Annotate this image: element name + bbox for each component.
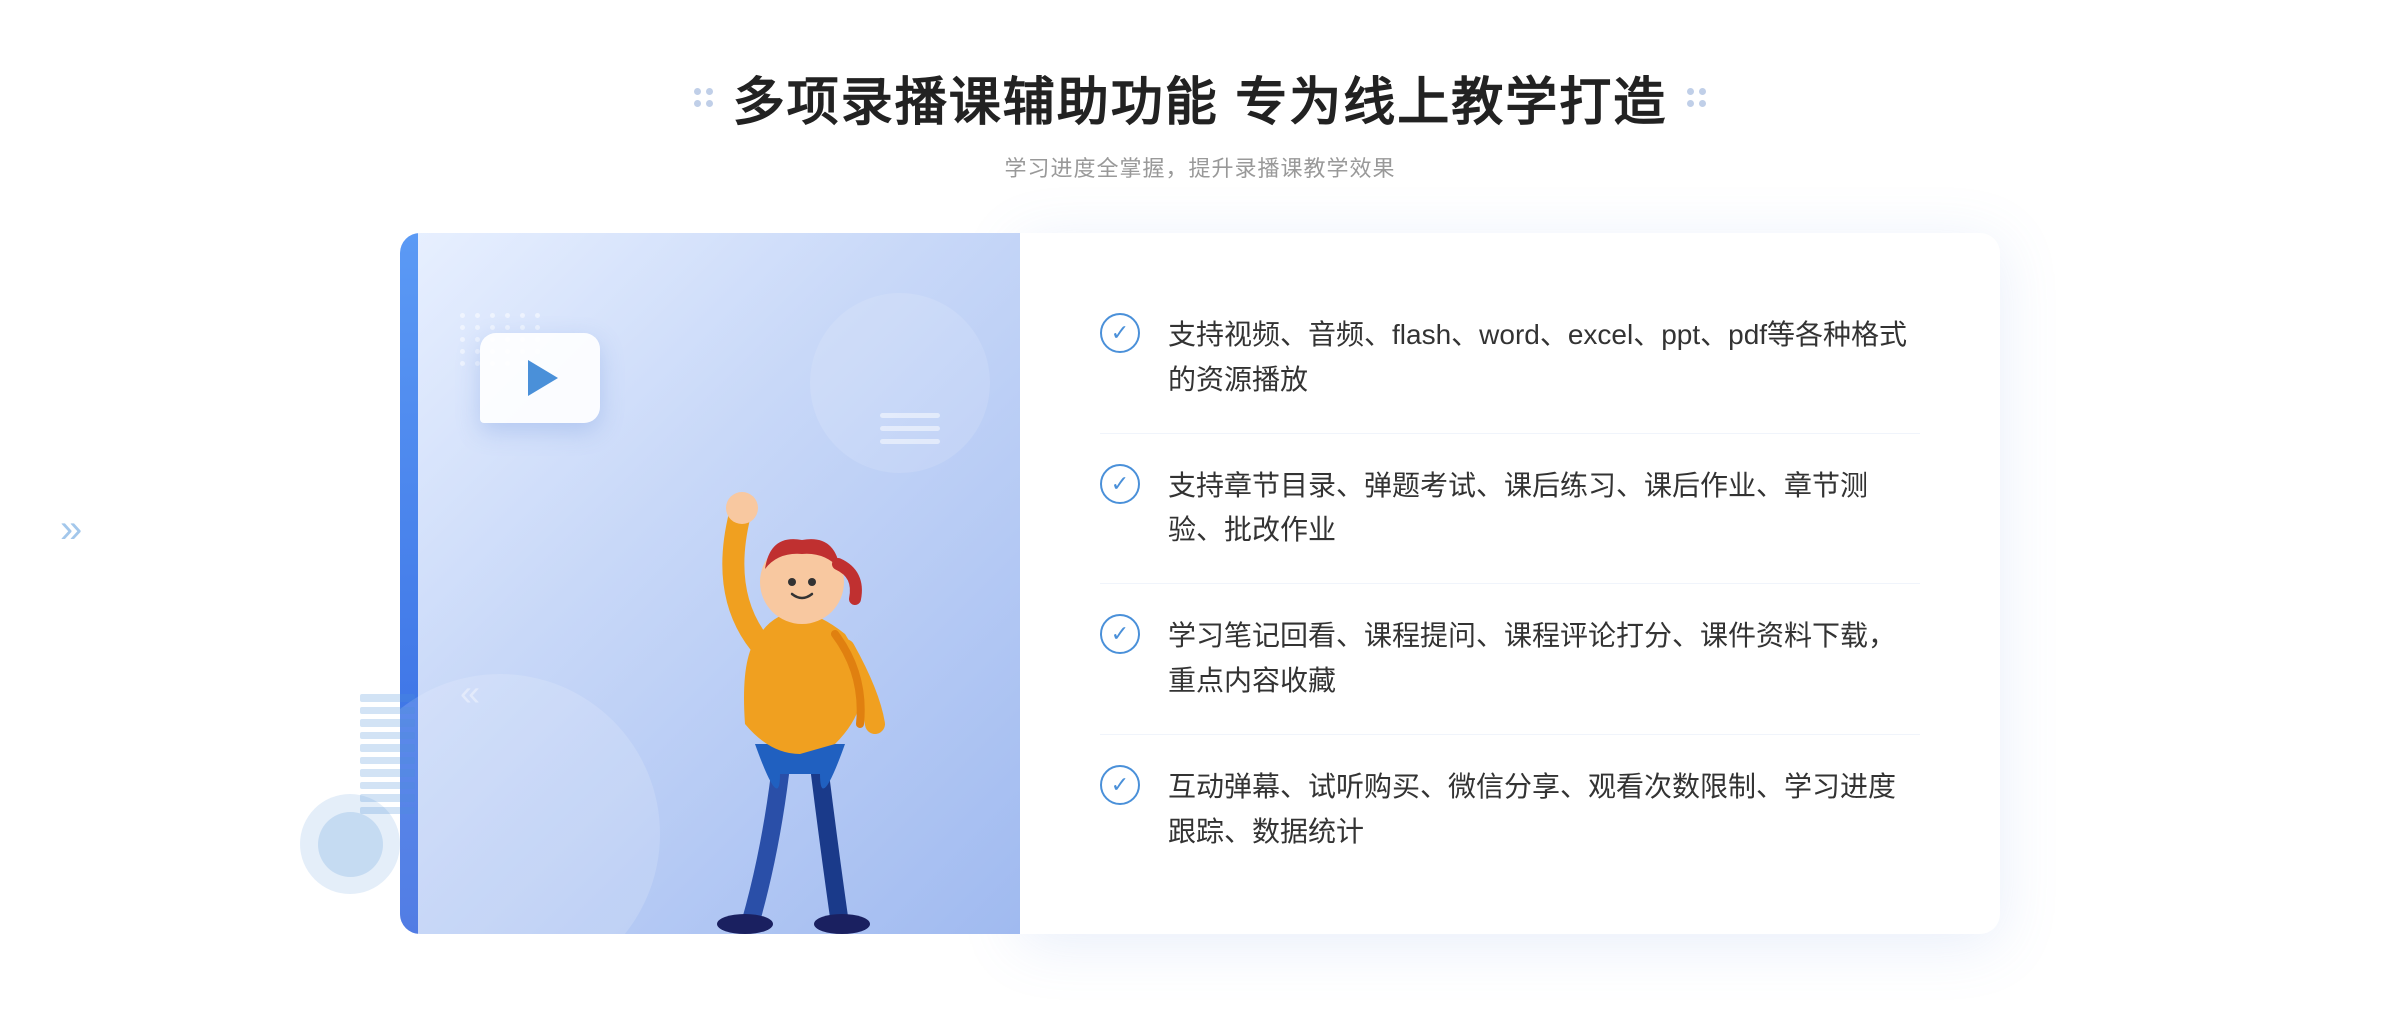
check-circle-1: ✓ — [1100, 313, 1140, 353]
feature-item-2: ✓ 支持章节目录、弹题考试、课后练习、课后作业、章节测验、批改作业 — [1100, 434, 1920, 585]
feature-item-3: ✓ 学习笔记回看、课程提问、课程评论打分、课件资料下载，重点内容收藏 — [1100, 584, 1920, 735]
feature-text-1: 支持视频、音频、flash、word、excel、ppt、pdf等各种格式的资源… — [1168, 313, 1920, 403]
play-bubble — [480, 333, 600, 423]
title-deco-right — [1687, 88, 1706, 107]
feature-item-1: ✓ 支持视频、音频、flash、word、excel、ppt、pdf等各种格式的… — [1100, 283, 1920, 434]
check-circle-4: ✓ — [1100, 765, 1140, 805]
feature-text-3: 学习笔记回看、课程提问、课程评论打分、课件资料下载，重点内容收藏 — [1168, 614, 1920, 704]
check-icon-3: ✓ — [1111, 621, 1129, 647]
check-icon-1: ✓ — [1111, 320, 1129, 346]
illustration-panel: « — [400, 233, 1020, 934]
title-deco-left — [694, 88, 713, 107]
illus-circle-1 — [400, 674, 660, 934]
human-figure — [680, 434, 960, 934]
page-container: » 多项录播课辅助功能 专为线上教学打造 — [0, 0, 2400, 1014]
illus-chevrons: « — [460, 672, 472, 714]
feature-item-4: ✓ 互动弹幕、试听购买、微信分享、观看次数限制、学习进度跟踪、数据统计 — [1100, 735, 1920, 885]
features-panel: ✓ 支持视频、音频、flash、word、excel、ppt、pdf等各种格式的… — [1020, 233, 2000, 934]
feature-text-4: 互动弹幕、试听购买、微信分享、观看次数限制、学习进度跟踪、数据统计 — [1168, 765, 1920, 855]
feature-text-2: 支持章节目录、弹题考试、课后练习、课后作业、章节测验、批改作业 — [1168, 464, 1920, 554]
main-title: 多项录播课辅助功能 专为线上教学打造 — [733, 60, 1667, 135]
title-row: 多项录播课辅助功能 专为线上教学打造 — [694, 60, 1706, 135]
sub-title: 学习进度全掌握，提升录播课教学效果 — [694, 151, 1706, 183]
deco-rect — [360, 694, 415, 814]
header-section: 多项录播课辅助功能 专为线上教学打造 学习进度全掌握，提升录播课教学效果 — [694, 60, 1706, 183]
check-icon-4: ✓ — [1111, 772, 1129, 798]
check-circle-2: ✓ — [1100, 464, 1140, 504]
check-circle-3: ✓ — [1100, 614, 1140, 654]
content-area: « — [400, 233, 2000, 934]
chevron-left-deco: » — [60, 507, 82, 552]
play-icon — [528, 360, 558, 396]
check-icon-2: ✓ — [1111, 471, 1129, 497]
